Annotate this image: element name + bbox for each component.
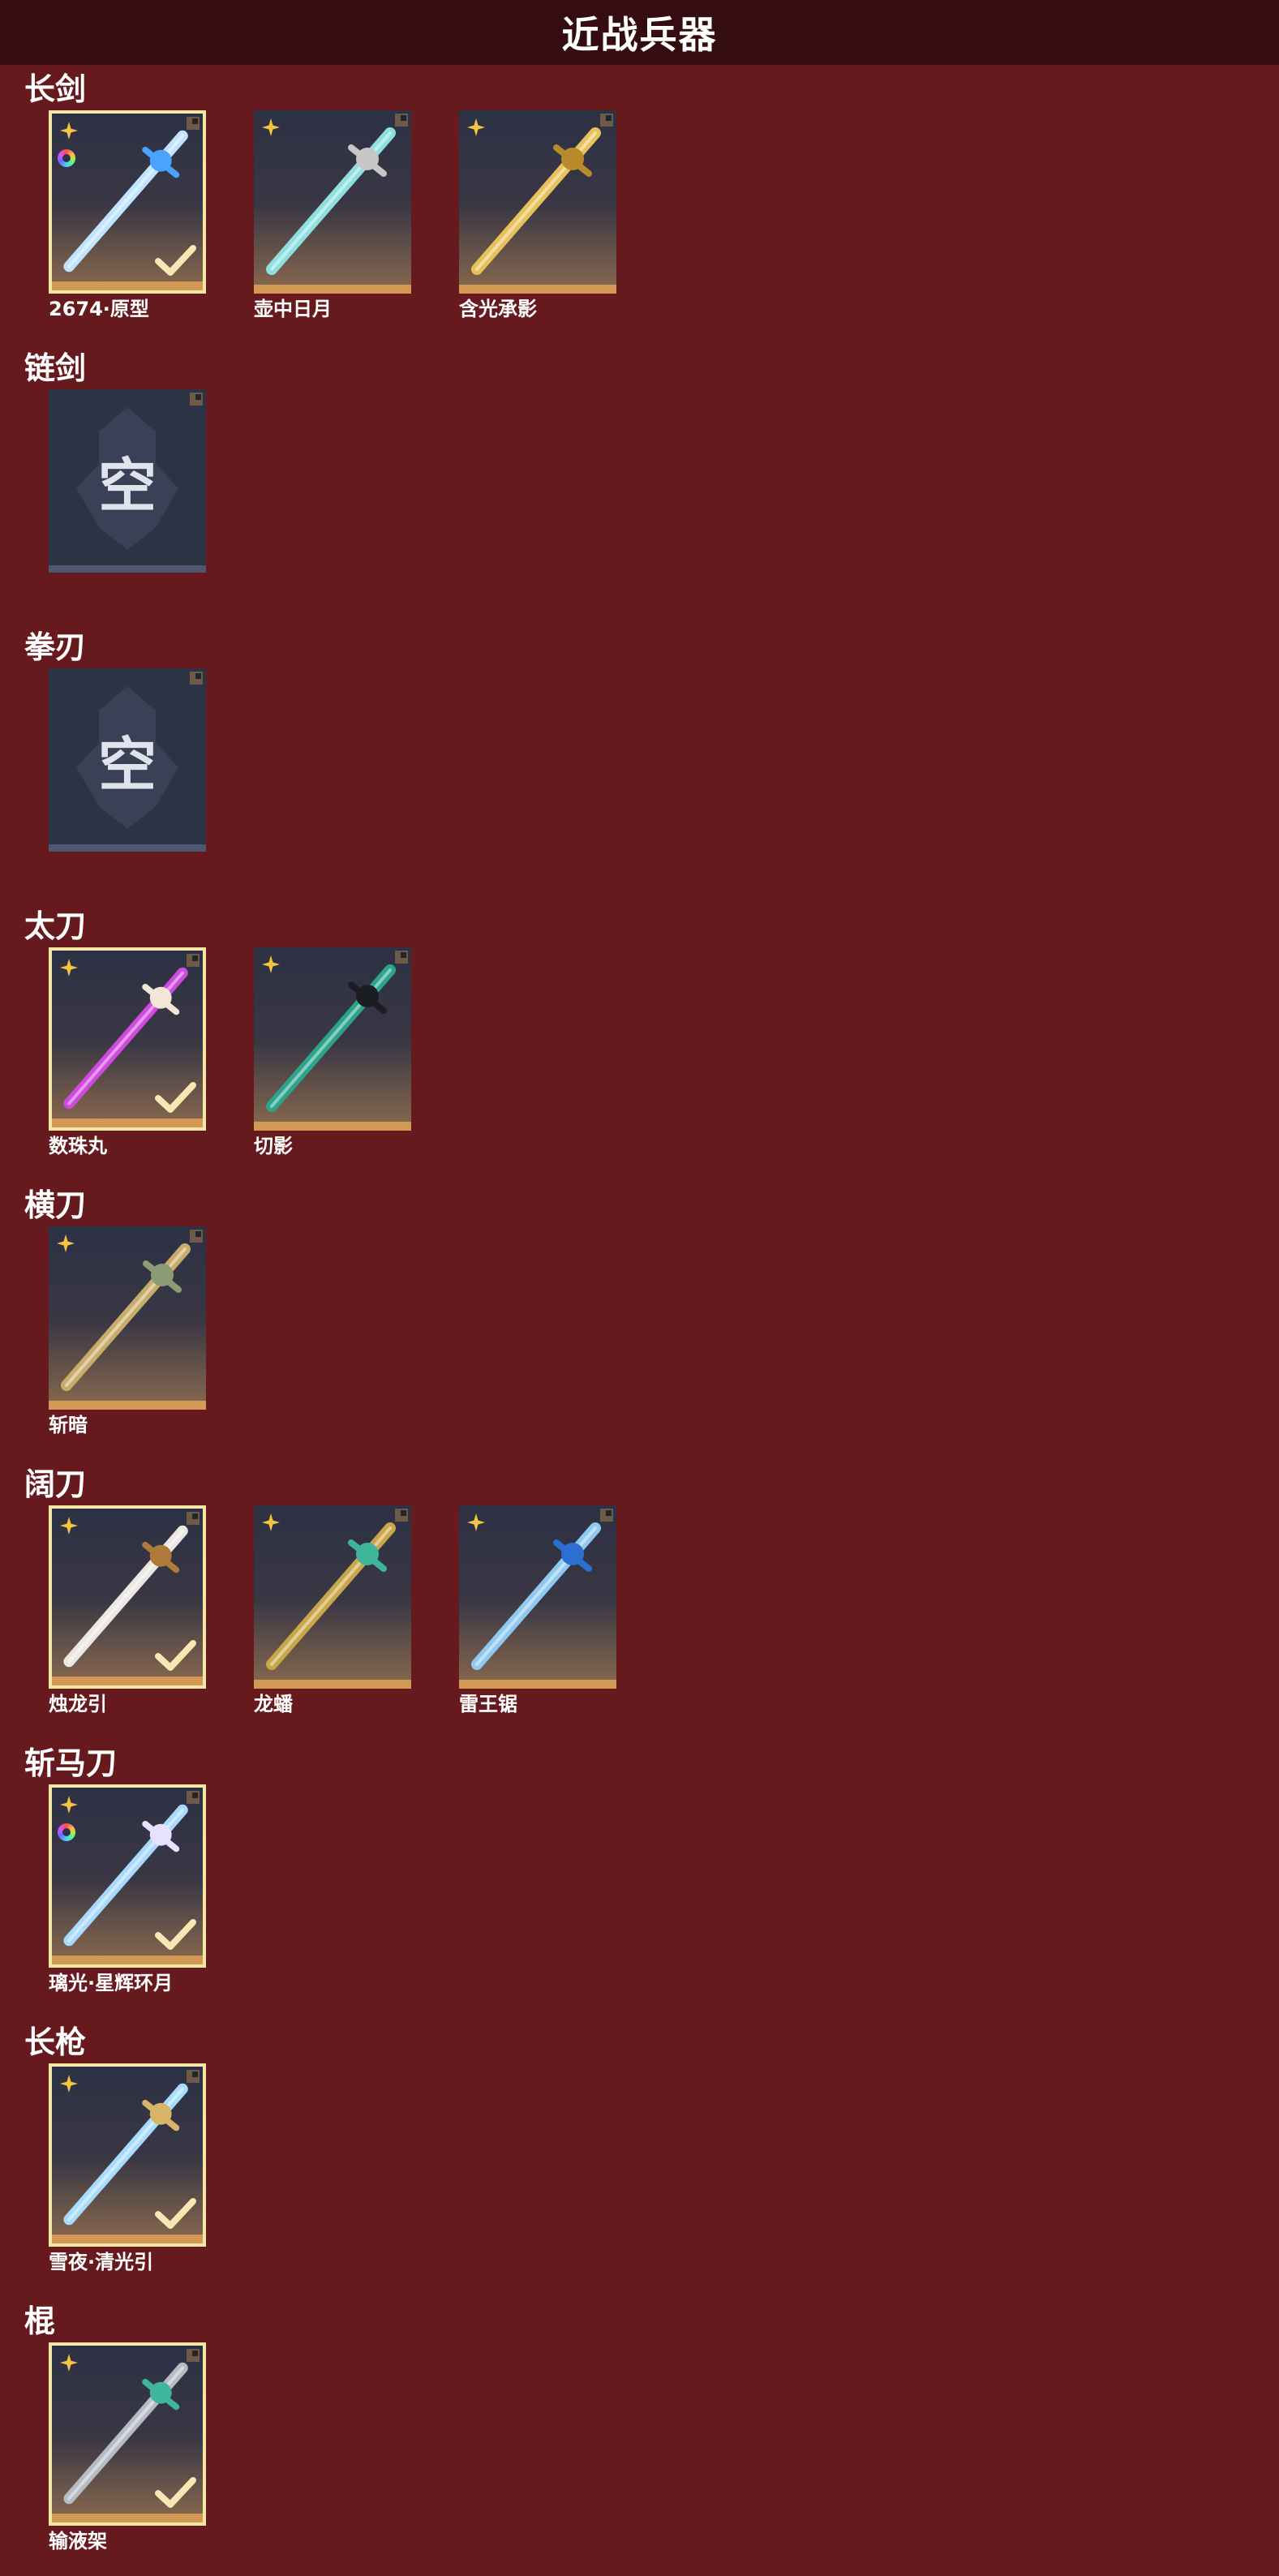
weapon-name: 2674·原型 xyxy=(49,298,149,320)
weapon-thumbnail: 空 xyxy=(49,668,206,852)
weapon-card[interactable]: 烛龙引 xyxy=(49,1505,206,1716)
empty-weapon-slot[interactable]: 空 xyxy=(49,668,206,879)
empty-slot-glyph: 空 xyxy=(97,731,157,799)
weapon-thumbnail xyxy=(459,110,616,294)
weapon-thumbnail: 空 xyxy=(49,389,206,573)
weapon-category-section: 拳刃空 xyxy=(0,623,1279,902)
corner-tag-icon xyxy=(187,1791,200,1804)
weapon-card[interactable]: 壶中日月 xyxy=(254,110,411,321)
weapon-card[interactable]: 含光承影 xyxy=(459,110,616,321)
weapon-thumbnail xyxy=(49,947,206,1131)
weapon-card[interactable]: 2674·原型 xyxy=(49,110,206,321)
weapon-category-section: 棍输液架 xyxy=(0,2297,1279,2576)
corner-tag-icon xyxy=(190,672,203,685)
rarity-star-icon xyxy=(60,2354,78,2372)
weapon-card[interactable]: 数珠丸 xyxy=(49,947,206,1158)
checkmark-icon xyxy=(155,1919,196,1950)
weapon-thumbnail xyxy=(254,1505,411,1689)
checkmark-icon xyxy=(155,1640,196,1671)
rarity-star-icon xyxy=(60,2075,78,2093)
corner-tag-icon xyxy=(187,1512,200,1525)
weapon-name: 雪夜·清光引 xyxy=(49,2251,154,2273)
weapon-card[interactable]: 切影 xyxy=(254,947,411,1158)
weapon-category-section: 太刀数珠丸 切影 xyxy=(0,902,1279,1181)
color-variant-icon xyxy=(58,1823,75,1841)
weapon-thumbnail xyxy=(49,1505,206,1689)
weapon-name: 切影 xyxy=(254,1135,293,1157)
section-title: 拳刃 xyxy=(24,629,87,665)
weapon-name: 烛龙引 xyxy=(49,1693,107,1715)
corner-tag-icon xyxy=(190,393,203,406)
corner-tag-icon xyxy=(395,1509,408,1522)
weapon-thumbnail xyxy=(49,110,206,294)
weapon-name: 输液架 xyxy=(49,2530,107,2552)
rarity-star-icon xyxy=(467,118,485,136)
section-title: 长枪 xyxy=(24,2024,87,2060)
weapon-card[interactable]: 龙蟠 xyxy=(254,1505,411,1716)
corner-tag-icon xyxy=(395,951,408,964)
page-title: 近战兵器 xyxy=(561,13,718,57)
checkmark-icon xyxy=(155,1082,196,1113)
rarity-star-icon xyxy=(262,118,280,136)
section-title: 长剑 xyxy=(24,71,87,107)
color-variant-icon xyxy=(58,149,75,167)
checkmark-icon xyxy=(155,245,196,276)
rarity-star-icon xyxy=(467,1513,485,1531)
rarity-star-icon xyxy=(60,1796,78,1814)
corner-tag-icon xyxy=(187,954,200,967)
weapon-name xyxy=(49,576,206,600)
corner-tag-icon xyxy=(187,2349,200,2362)
weapon-name: 龙蟠 xyxy=(254,1693,293,1715)
weapon-thumbnail xyxy=(49,2063,206,2247)
weapon-category-section: 长剑 2674·原型 壶中日月 含光承影 xyxy=(0,65,1279,344)
corner-tag-icon xyxy=(395,114,408,127)
corner-tag-icon xyxy=(190,1230,203,1243)
weapon-name: 含光承影 xyxy=(459,298,537,320)
weapon-thumbnail xyxy=(254,947,411,1131)
weapon-card[interactable]: 雪夜·清光引 xyxy=(49,2063,206,2274)
rarity-star-icon xyxy=(60,122,78,140)
corner-tag-icon xyxy=(187,2070,200,2083)
rarity-star-icon xyxy=(262,955,280,973)
weapon-category-section: 阔刀烛龙引 龙蟠 雷王锯 xyxy=(0,1460,1279,1739)
weapon-thumbnail xyxy=(49,2342,206,2526)
empty-weapon-slot[interactable]: 空 xyxy=(49,389,206,600)
weapon-name: 璃光·星辉环月 xyxy=(49,1972,174,1994)
section-title: 斩马刀 xyxy=(24,1745,118,1781)
weapon-category-section: 链剑空 xyxy=(0,344,1279,623)
section-title: 棍 xyxy=(24,2303,56,2339)
section-title: 阔刀 xyxy=(24,1466,87,1502)
weapon-name xyxy=(49,855,206,879)
weapon-name: 数珠丸 xyxy=(49,1135,107,1157)
weapon-name: 壶中日月 xyxy=(254,298,332,320)
rarity-star-icon xyxy=(262,1513,280,1531)
rarity-star-icon xyxy=(57,1234,75,1252)
weapon-category-section: 斩马刀璃光·星辉环月 xyxy=(0,1739,1279,2018)
weapon-category-section: 长枪雪夜·清光引 xyxy=(0,2018,1279,2297)
checkmark-icon xyxy=(155,2198,196,2229)
empty-slot-glyph: 空 xyxy=(97,452,157,520)
weapon-thumbnail xyxy=(459,1505,616,1689)
weapon-card[interactable]: 斩暗 xyxy=(49,1226,206,1437)
weapon-thumbnail xyxy=(254,110,411,294)
weapon-thumbnail xyxy=(49,1226,206,1410)
rarity-star-icon xyxy=(60,1517,78,1535)
section-title: 横刀 xyxy=(24,1187,87,1223)
weapon-name: 斩暗 xyxy=(49,1414,88,1436)
section-title: 太刀 xyxy=(24,908,87,944)
corner-tag-icon xyxy=(600,1509,613,1522)
weapon-card[interactable]: 输液架 xyxy=(49,2342,206,2553)
rarity-star-icon xyxy=(60,959,78,977)
page-header: 近战兵器 xyxy=(0,0,1279,65)
corner-tag-icon xyxy=(600,114,613,127)
weapon-name: 雷王锯 xyxy=(459,1693,517,1715)
weapon-card[interactable]: 璃光·星辉环月 xyxy=(49,1784,206,1995)
weapon-category-section: 横刀斩暗 xyxy=(0,1181,1279,1460)
corner-tag-icon xyxy=(187,117,200,130)
checkmark-icon xyxy=(155,2477,196,2508)
weapon-thumbnail xyxy=(49,1784,206,1968)
section-title: 链剑 xyxy=(24,350,87,386)
weapon-card[interactable]: 雷王锯 xyxy=(459,1505,616,1716)
